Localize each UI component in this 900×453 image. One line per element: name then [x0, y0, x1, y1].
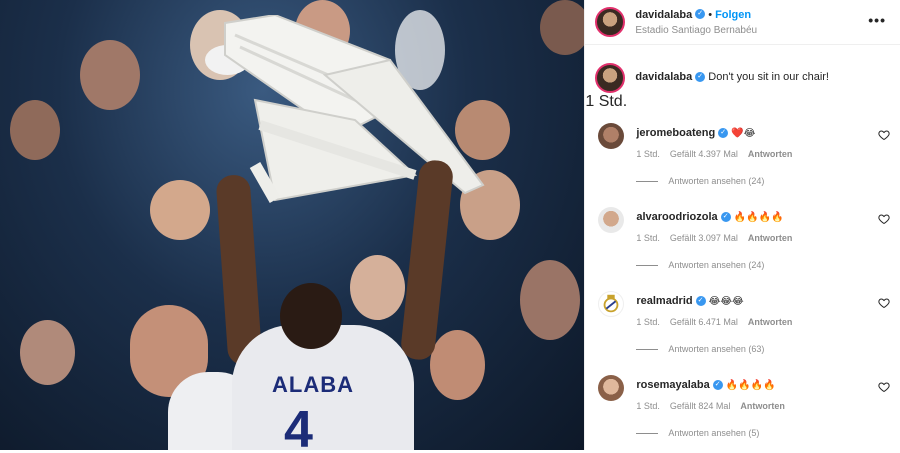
- comment-text: 🔥🔥🔥🔥: [733, 212, 784, 223]
- view-replies-button[interactable]: Antworten ansehen (5): [636, 428, 759, 438]
- player-head: [280, 283, 342, 349]
- heart-icon[interactable]: [878, 297, 890, 309]
- heart-icon[interactable]: [878, 381, 890, 393]
- header-username[interactable]: davidalaba: [635, 9, 692, 21]
- view-replies-button[interactable]: Antworten ansehen (63): [636, 344, 764, 354]
- location-link[interactable]: Estadio Santiago Bernabéu: [635, 23, 757, 38]
- crowd-face: [20, 320, 75, 385]
- commenter-username[interactable]: realmadrid: [636, 295, 692, 307]
- verified-badge-icon: ✓: [718, 128, 729, 139]
- caption-avatar[interactable]: [595, 63, 626, 93]
- comment: jeromeboateng ✓ ❤️😂 1 Std. Gefällt 4.397 M…: [585, 117, 900, 201]
- comment: rosemayalaba ✓ 🔥🔥🔥🔥 1 Std. Gefällt 824 Mal…: [585, 369, 900, 453]
- reply-button[interactable]: Antworten: [748, 317, 793, 327]
- reply-button[interactable]: Antworten: [740, 401, 785, 411]
- more-options-icon[interactable]: •••: [868, 12, 886, 28]
- verified-badge-icon: ✓: [712, 380, 723, 391]
- comment-time: 1 Std.: [636, 401, 660, 411]
- view-replies-button[interactable]: Antworten ansehen (24): [636, 260, 764, 270]
- comment: alvaroodriozola ✓ 🔥🔥🔥🔥 1 Std. Gefällt 3.09…: [585, 201, 900, 285]
- crowd-face: [80, 40, 140, 110]
- verified-badge-icon: ✓: [695, 8, 706, 19]
- caption-username[interactable]: davidalaba: [635, 71, 692, 83]
- raised-hand: [150, 180, 210, 240]
- comment-likes[interactable]: Gefällt 3.097 Mal: [670, 233, 738, 243]
- reply-button[interactable]: Antworten: [748, 233, 793, 243]
- comment-text: 🔥🔥🔥🔥: [725, 380, 776, 391]
- reply-button[interactable]: Antworten: [748, 149, 793, 159]
- verified-badge-icon: ✓: [695, 72, 706, 83]
- commenter-avatar[interactable]: [598, 207, 625, 233]
- jersey-name: ALABA: [272, 372, 354, 397]
- crowd-face: [540, 0, 585, 55]
- heart-icon[interactable]: [878, 129, 890, 141]
- view-replies-button[interactable]: Antworten ansehen (24): [636, 176, 764, 186]
- verified-badge-icon: ✓: [695, 296, 706, 307]
- commenter-username[interactable]: rosemayalaba: [636, 379, 709, 391]
- comment-list: jeromeboateng ✓ ❤️😂 1 Std. Gefällt 4.397 M…: [585, 117, 900, 453]
- comment-time: 1 Std.: [636, 149, 660, 159]
- commenter-avatar[interactable]: [598, 375, 625, 401]
- commenter-avatar[interactable]: [598, 123, 625, 149]
- verified-badge-icon: ✓: [720, 212, 731, 223]
- crowd-face: [520, 260, 580, 340]
- jersey-number: 4: [284, 401, 313, 450]
- comment-time: 1 Std.: [636, 317, 660, 327]
- comment-time: 1 Std.: [636, 233, 660, 243]
- comment: realmadrid ✓ 😂😂😂 1 Std. Gefällt 6.471 Mal A…: [585, 285, 900, 369]
- caption-time: 1 Std.: [585, 93, 628, 110]
- crowd-face: [430, 330, 485, 400]
- comment-likes[interactable]: Gefällt 4.397 Mal: [670, 149, 738, 159]
- comment-text: ❤️😂: [731, 128, 756, 139]
- instagram-post: ALABA 4 davidalaba ✓ • Folgen Estadio Santi…: [0, 0, 900, 450]
- crowd-face: [350, 255, 405, 320]
- post-image[interactable]: ALABA 4: [0, 0, 585, 450]
- avatar[interactable]: [595, 7, 626, 37]
- post-sidebar: davidalaba ✓ • Folgen Estadio Santiago Bern…: [584, 0, 900, 450]
- realmadrid-crest-icon[interactable]: [598, 291, 625, 317]
- caption-text: Don't you sit in our chair!: [708, 71, 829, 83]
- comment-text: 😂😂😂: [708, 296, 744, 307]
- heart-icon[interactable]: [878, 213, 890, 225]
- post-header: davidalaba ✓ • Folgen Estadio Santiago Bern…: [585, 0, 900, 45]
- caption: davidalaba ✓ Don't you sit in our chair! …: [585, 45, 900, 111]
- crowd-face: [10, 100, 60, 160]
- commenter-username[interactable]: jeromeboateng: [636, 127, 715, 139]
- crest-icon: [603, 294, 619, 313]
- commenter-username[interactable]: alvaroodriozola: [636, 211, 717, 223]
- comment-likes[interactable]: Gefällt 824 Mal: [670, 401, 731, 411]
- follow-button[interactable]: Folgen: [715, 9, 751, 21]
- comment-likes[interactable]: Gefällt 6.471 Mal: [670, 317, 738, 327]
